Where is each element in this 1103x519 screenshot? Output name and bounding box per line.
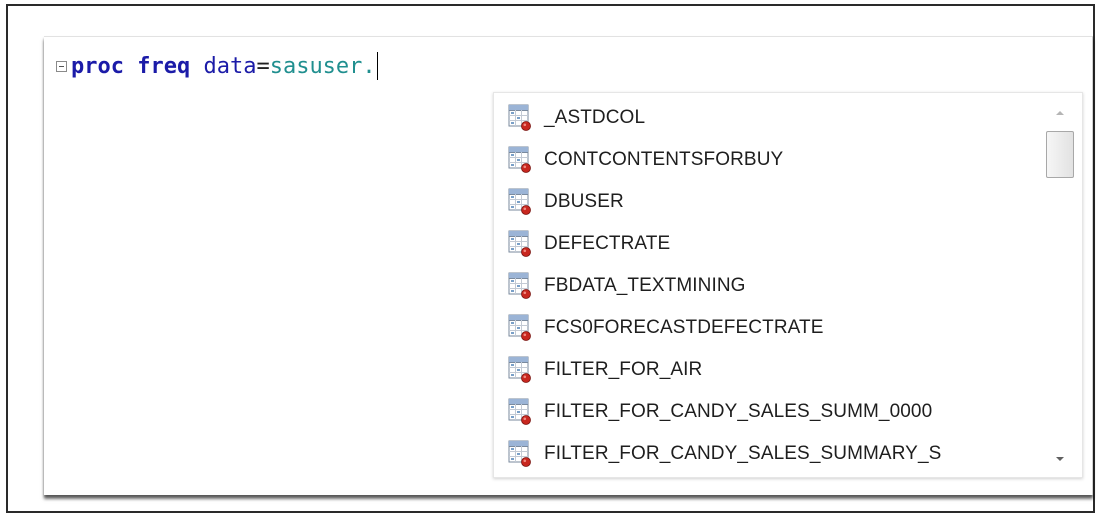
autocomplete-item-label: CONTCONTENTSFORBUY (544, 149, 784, 170)
autocomplete-item[interactable]: FCS0FORECASTDEFECTRATE (494, 307, 1044, 349)
sas-dataset-table-icon (508, 146, 532, 174)
scroll-thumb[interactable] (1046, 131, 1074, 178)
autocomplete-popup[interactable]: _ASTDCOL CONTCONTENTSFORBUY DBUSER DEFEC… (493, 92, 1083, 478)
autocomplete-item[interactable]: _ASTDCOL (494, 97, 1044, 139)
autocomplete-item[interactable]: DBUSER (494, 181, 1044, 223)
equals-sign: = (256, 53, 270, 79)
data-option: data (203, 53, 257, 79)
text-cursor (376, 52, 378, 80)
sas-dataset-table-icon (508, 188, 532, 216)
autocomplete-item[interactable]: FILTER_FOR_AIR (494, 349, 1044, 391)
autocomplete-item[interactable]: FILTER_FOR_CANDY_SALES_SUMMARY_S (494, 433, 1044, 475)
autocomplete-item-label: FBDATA_TEXTMINING (544, 275, 746, 296)
collapse-toggle-icon[interactable] (56, 60, 67, 72)
autocomplete-item-label: FCS0FORECASTDEFECTRATE (544, 317, 824, 338)
autocomplete-item-label: DEFECTRATE (544, 233, 671, 254)
sas-dataset-table-icon (508, 398, 532, 426)
autocomplete-item[interactable]: FILTER_FOR_CANDY_SALES_SUMM_0000 (494, 391, 1044, 433)
sas-dataset-table-icon (508, 230, 532, 258)
sas-dataset-table-icon (508, 272, 532, 300)
autocomplete-item[interactable]: DEFECTRATE (494, 223, 1044, 265)
proc-keyword: proc (71, 53, 124, 79)
library-reference: sasuser. (269, 53, 376, 79)
procedure-name: freq (137, 53, 191, 79)
screenshot-frame: proc freq data = sasuser. _ASTDCOL CONTCON… (6, 4, 1095, 513)
sas-dataset-table-icon (508, 356, 532, 384)
code-line-1[interactable]: proc freq data = sasuser. (56, 51, 378, 81)
autocomplete-list: _ASTDCOL CONTCONTENTSFORBUY DBUSER DEFEC… (494, 93, 1044, 477)
autocomplete-item[interactable]: FBDATA_TEXTMINING (494, 265, 1044, 307)
autocomplete-item[interactable]: CONTCONTENTSFORBUY (494, 139, 1044, 181)
autocomplete-item-label: DBUSER (544, 191, 624, 212)
scroll-down-arrow-icon[interactable] (1056, 457, 1064, 461)
popup-scrollbar[interactable] (1045, 95, 1079, 475)
autocomplete-item-label: _ASTDCOL (544, 107, 646, 128)
sas-dataset-table-icon (508, 440, 532, 468)
autocomplete-item-label: FILTER_FOR_CANDY_SALES_SUMMARY_S (544, 443, 942, 464)
sas-dataset-table-icon (508, 104, 532, 132)
autocomplete-item-label: FILTER_FOR_CANDY_SALES_SUMM_0000 (544, 401, 933, 422)
sas-dataset-table-icon (508, 314, 532, 342)
scroll-up-arrow-icon[interactable] (1056, 111, 1064, 115)
autocomplete-item-label: FILTER_FOR_AIR (544, 359, 703, 380)
